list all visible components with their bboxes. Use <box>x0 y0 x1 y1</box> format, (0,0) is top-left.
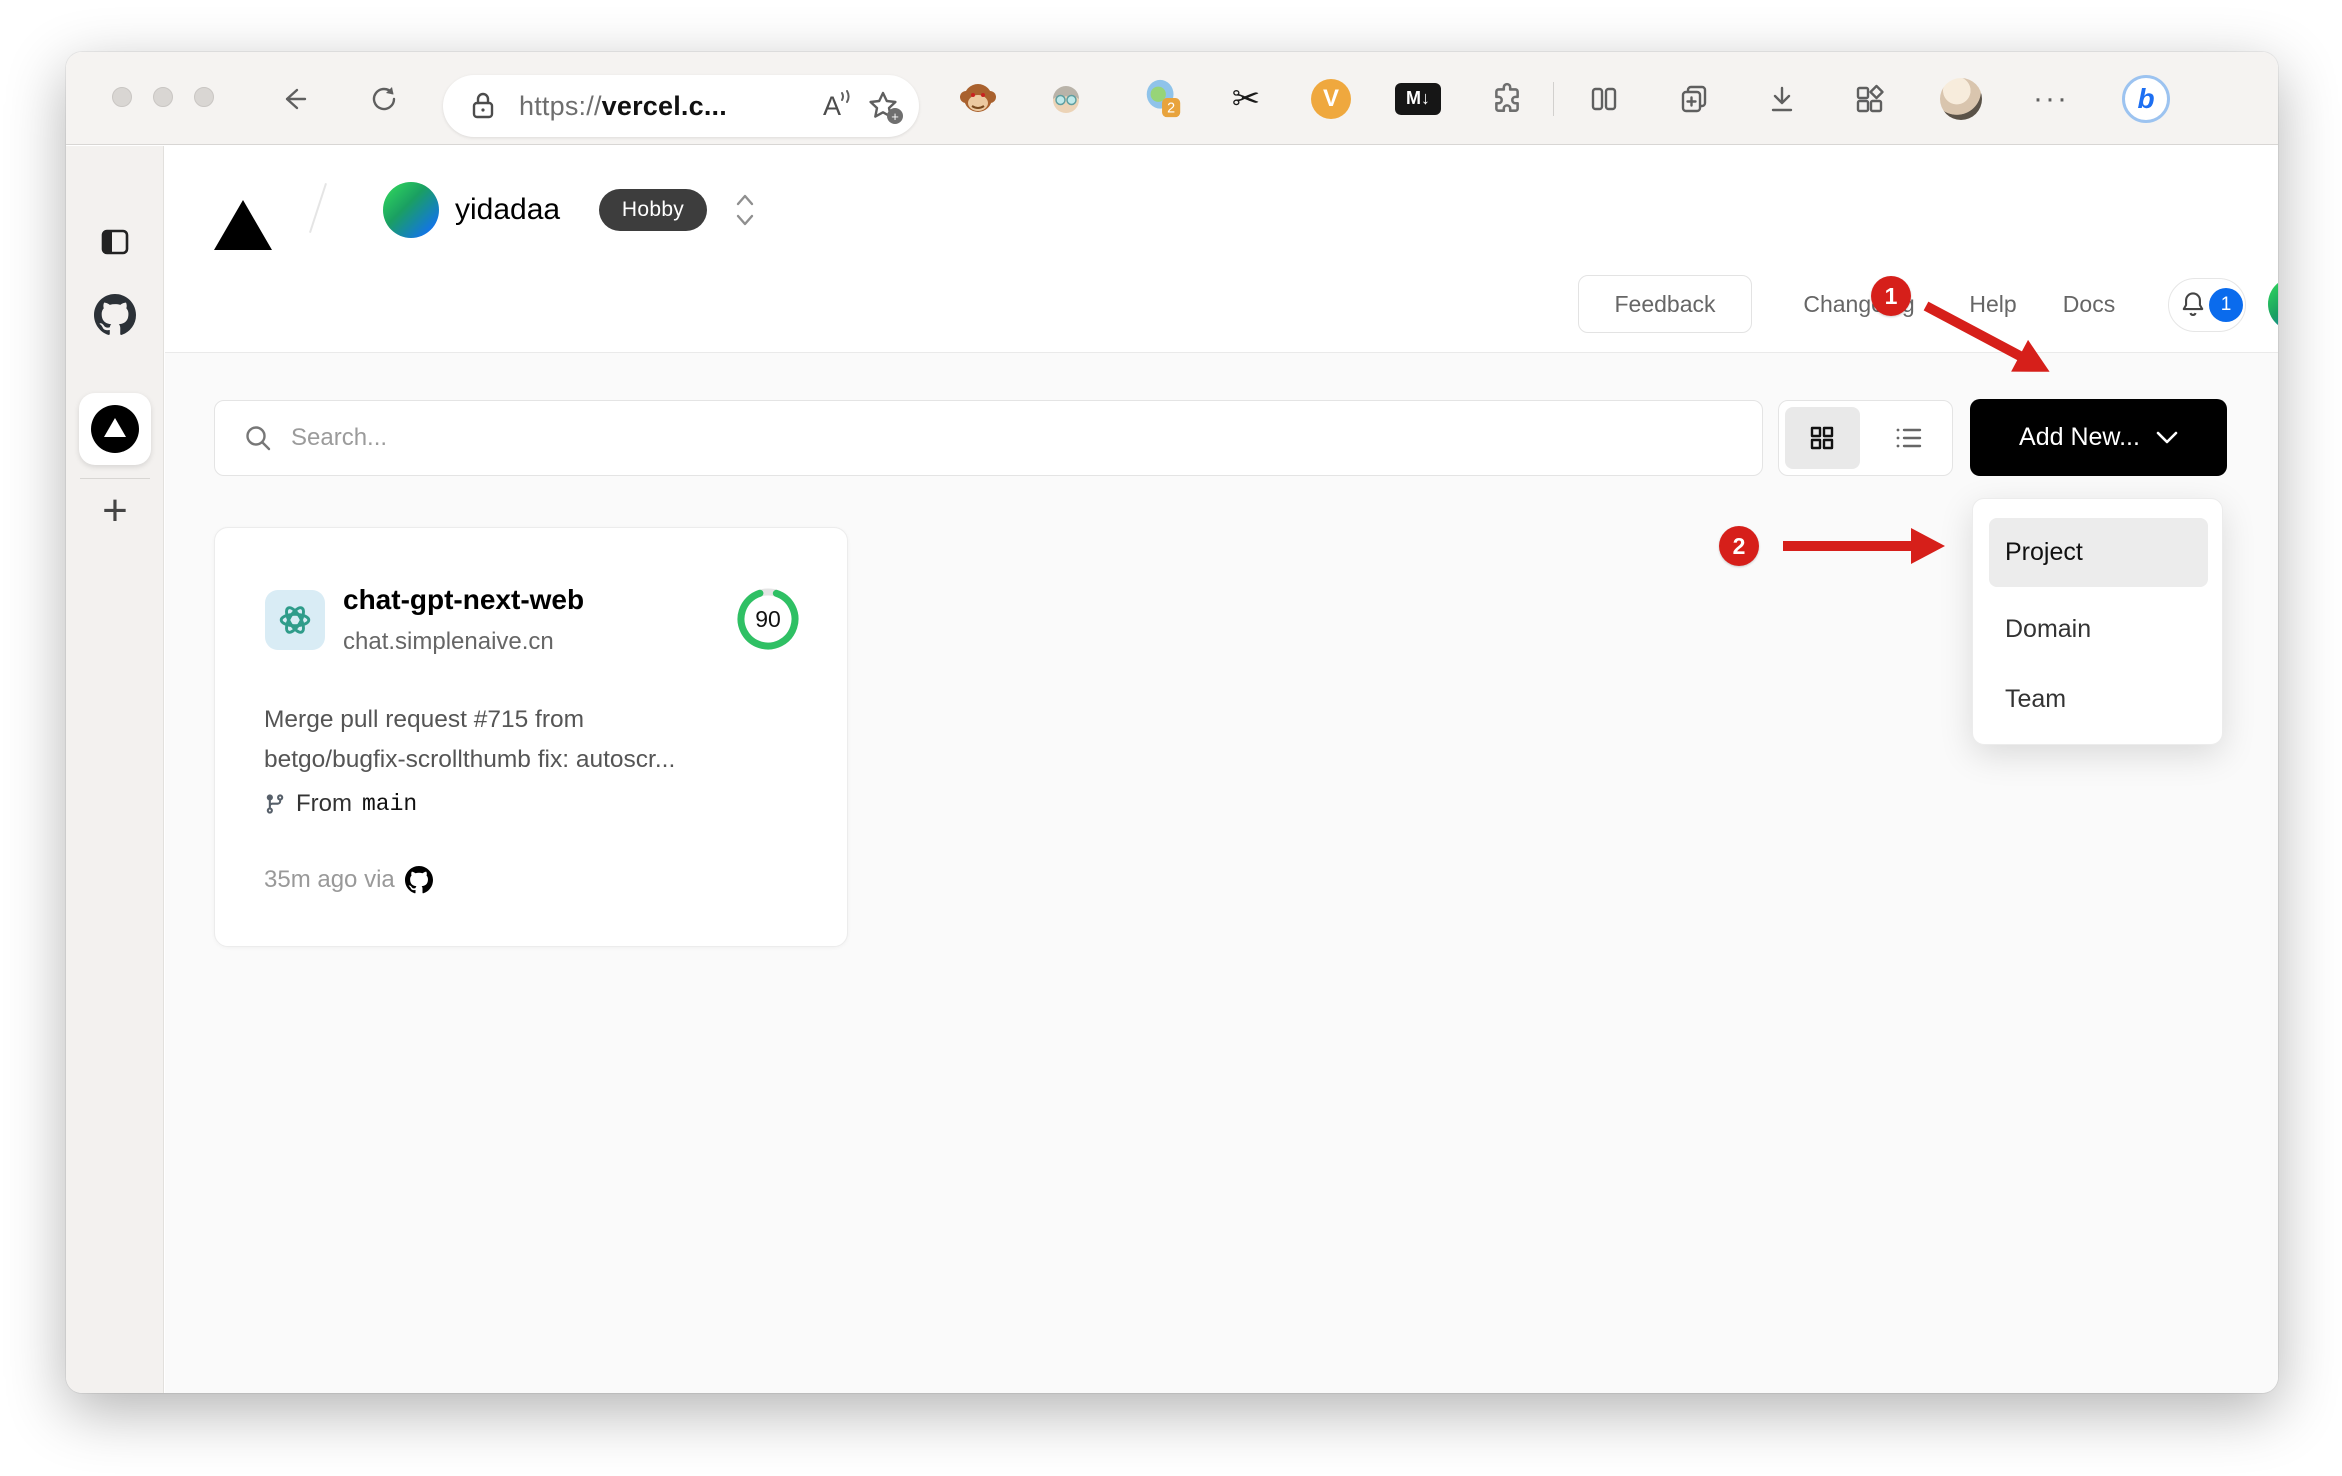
profile-avatar[interactable] <box>1937 52 1985 145</box>
user-avatar[interactable] <box>2268 277 2278 331</box>
docs-link[interactable]: Docs <box>2063 275 2115 333</box>
plan-badge: Hobby <box>599 189 707 231</box>
toolbar-separator <box>1553 82 1554 116</box>
notifications-button[interactable]: 1 <box>2168 278 2246 332</box>
apps-icon[interactable] <box>1848 52 1892 145</box>
avatar-extension-icon[interactable] <box>1044 52 1088 145</box>
score-ring: 90 <box>735 586 801 652</box>
breadcrumb-slash <box>309 182 327 234</box>
deployment-meta: 35m ago via <box>264 866 433 894</box>
scissors-extension-icon[interactable]: ✂ <box>1224 52 1268 145</box>
dropdown-item-domain[interactable]: Domain <box>1989 595 2208 664</box>
list-view-button[interactable] <box>1872 407 1947 469</box>
bell-icon <box>2179 290 2207 320</box>
git-branch-icon <box>266 794 284 814</box>
team-avatar[interactable] <box>383 182 439 238</box>
browser-chrome: https://vercel.c... A + 2 ✂ V M↓ ··· b <box>66 52 2278 145</box>
collections-icon[interactable] <box>1672 52 1716 145</box>
dropdown-item-project[interactable]: Project <box>1989 518 2208 587</box>
v-extension-icon[interactable]: V <box>1309 52 1353 145</box>
search-input[interactable] <box>291 424 1762 452</box>
view-toggle <box>1778 400 1953 476</box>
branch-name: main <box>362 791 418 817</box>
new-tab-button[interactable]: + <box>66 486 164 536</box>
url-text: https://vercel.c... <box>519 90 727 121</box>
downloads-icon[interactable] <box>1760 52 1804 145</box>
chevron-down-icon <box>2156 431 2178 443</box>
vercel-logo[interactable] <box>214 183 272 250</box>
github-tab-icon[interactable] <box>66 294 164 336</box>
notification-count-badge: 1 <box>2209 288 2243 322</box>
score-value: 90 <box>755 605 781 632</box>
project-name[interactable]: chat-gpt-next-web <box>343 584 584 616</box>
search-icon <box>243 423 273 453</box>
team-switcher-icon[interactable] <box>731 186 759 234</box>
zoom-window-button[interactable] <box>194 87 214 107</box>
minimize-window-button[interactable] <box>153 87 173 107</box>
close-window-button[interactable] <box>112 87 132 107</box>
sidebar-divider <box>80 478 150 479</box>
annotation-arrow-2 <box>1783 528 1945 564</box>
annotation-step-1: 1 <box>1871 276 1911 316</box>
extensions-puzzle-icon[interactable] <box>1485 52 1529 145</box>
dropdown-item-team[interactable]: Team <box>1989 665 2208 734</box>
team-name[interactable]: yidadaa <box>455 182 560 238</box>
vercel-favicon <box>91 405 139 453</box>
browser-sidebar: + <box>66 146 164 1393</box>
extension-badge: 2 <box>1167 100 1175 116</box>
grid-view-button[interactable] <box>1785 407 1860 469</box>
search-box <box>214 400 1763 476</box>
annotation-step-2: 2 <box>1719 526 1759 566</box>
reload-button[interactable] <box>361 52 405 145</box>
session-extension-icon[interactable]: 2 <box>1141 52 1185 145</box>
bing-chat-icon[interactable]: b <box>2116 52 2176 145</box>
add-new-dropdown: Project Domain Team <box>1972 498 2223 745</box>
tampermonkey-extension-icon[interactable] <box>956 52 1000 145</box>
settings-more-icon[interactable]: ··· <box>2029 52 2073 145</box>
add-new-button[interactable]: Add New... <box>1970 399 2227 476</box>
project-card[interactable]: chat-gpt-next-web chat.simplenaive.cn 90… <box>214 527 848 947</box>
markdown-extension-icon[interactable]: M↓ <box>1394 52 1442 145</box>
tab-panel-icon[interactable] <box>66 226 164 258</box>
branch-row: From main <box>264 790 417 818</box>
read-aloud-icon[interactable]: A <box>823 89 850 122</box>
lock-icon <box>469 91 497 121</box>
openai-project-icon <box>265 590 325 650</box>
github-icon <box>404 866 433 894</box>
add-favorite-icon[interactable]: + <box>867 90 903 124</box>
browser-window: https://vercel.c... A + 2 ✂ V M↓ ··· b +… <box>66 52 2278 1393</box>
commit-message: Merge pull request #715 from betgo/bugfi… <box>264 706 676 773</box>
back-button[interactable] <box>271 52 315 145</box>
split-screen-icon[interactable] <box>1582 52 1626 145</box>
project-domain[interactable]: chat.simplenaive.cn <box>343 628 554 656</box>
vercel-tab-active[interactable] <box>79 393 151 465</box>
address-bar[interactable]: https://vercel.c... A + <box>443 75 919 137</box>
feedback-button[interactable]: Feedback <box>1578 275 1752 333</box>
